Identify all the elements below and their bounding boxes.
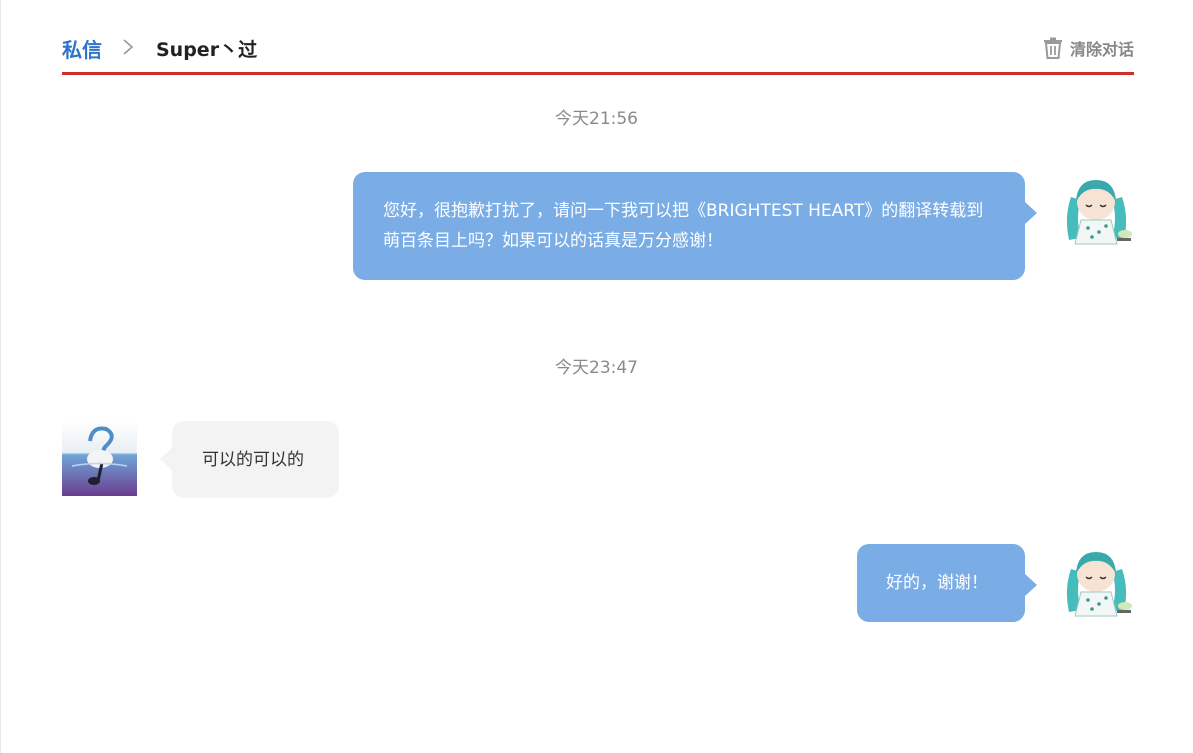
- sender-avatar[interactable]: [62, 421, 137, 496]
- bubble-tail: [160, 448, 172, 470]
- anime-girl-avatar-icon: [1059, 172, 1134, 247]
- breadcrumb-private-messages[interactable]: 私信: [62, 34, 102, 63]
- clear-conversation-button[interactable]: 清除对话: [1043, 36, 1134, 60]
- my-avatar[interactable]: [1059, 544, 1134, 619]
- their-message-bubble[interactable]: 可以的可以的: [160, 421, 339, 498]
- conversation-title: Super丶过: [156, 39, 258, 61]
- clear-conversation-label: 清除对话: [1069, 40, 1134, 59]
- my-message-bubble[interactable]: 好的，谢谢！: [857, 544, 1037, 622]
- bubble-tail: [1025, 202, 1037, 224]
- conversation-header: 私信 Super丶过 清除对话: [62, 30, 1134, 66]
- message-text: 您好，很抱歉打扰了，请问一下我可以把《BRIGHTEST HEART》的翻译转载…: [383, 201, 984, 251]
- my-avatar[interactable]: [1059, 172, 1134, 247]
- anime-girl-avatar-icon: [1059, 544, 1134, 619]
- trash-icon: [1043, 37, 1062, 59]
- message-text: 好的，谢谢！: [886, 573, 988, 593]
- music-note-avatar-icon: [62, 421, 137, 496]
- message-text: 可以的可以的: [202, 450, 304, 470]
- message-timestamp: 今天21:56: [555, 109, 638, 129]
- my-message-bubble[interactable]: 您好，很抱歉打扰了，请问一下我可以把《BRIGHTEST HEART》的翻译转载…: [353, 172, 1037, 280]
- chevron-right-icon: [122, 38, 134, 60]
- header-divider: [62, 72, 1134, 75]
- bubble-tail: [1025, 574, 1037, 596]
- message-timestamp: 今天23:47: [555, 358, 638, 378]
